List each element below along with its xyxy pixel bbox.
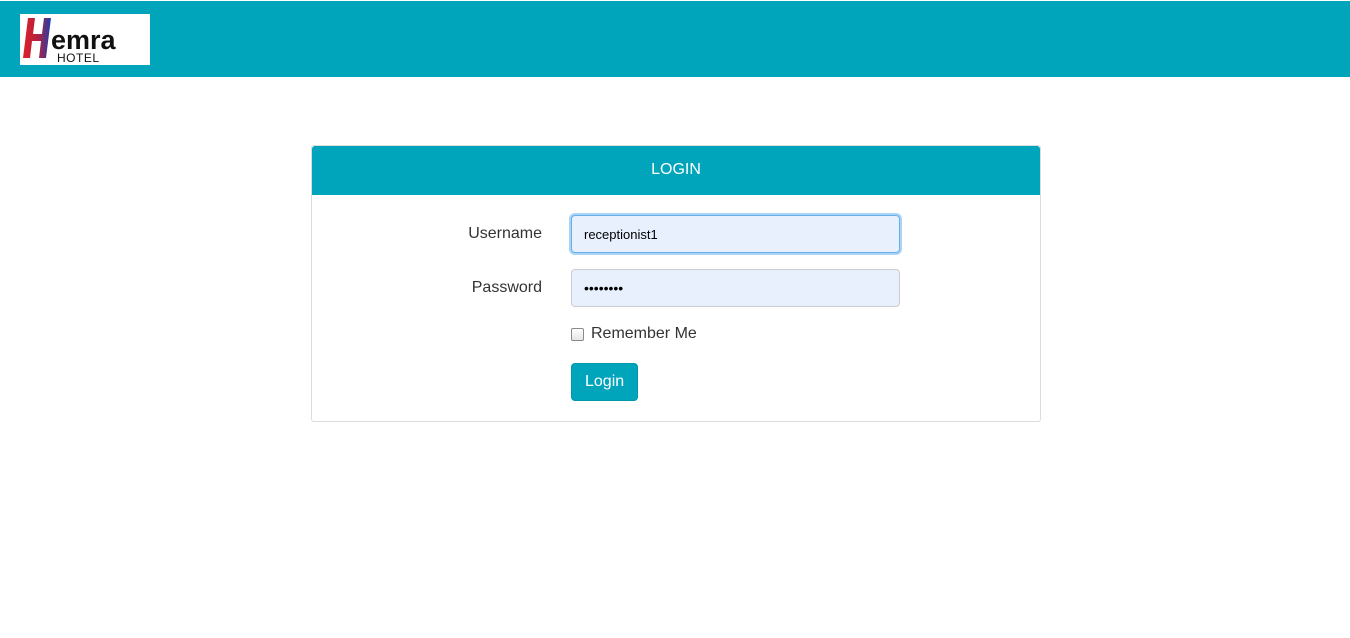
password-input[interactable]: •••••••• [571,269,900,307]
hemra-logo-graphic: emra HOTEL [23,18,117,65]
login-button[interactable]: Login [571,363,639,401]
remember-me-checkbox[interactable] [571,328,584,341]
login-panel: LOGIN Username Password •••••••• Remembe… [311,145,1041,422]
hotel-logo[interactable]: emra HOTEL [20,14,150,65]
username-input[interactable] [571,215,900,253]
top-navbar: emra HOTEL [0,1,1350,77]
login-panel-title: LOGIN [312,146,1040,195]
remember-me-label[interactable]: Remember Me [591,325,697,343]
username-label: Username [468,225,542,242]
svg-text:HOTEL: HOTEL [57,51,100,65]
password-label: Password [471,279,542,296]
